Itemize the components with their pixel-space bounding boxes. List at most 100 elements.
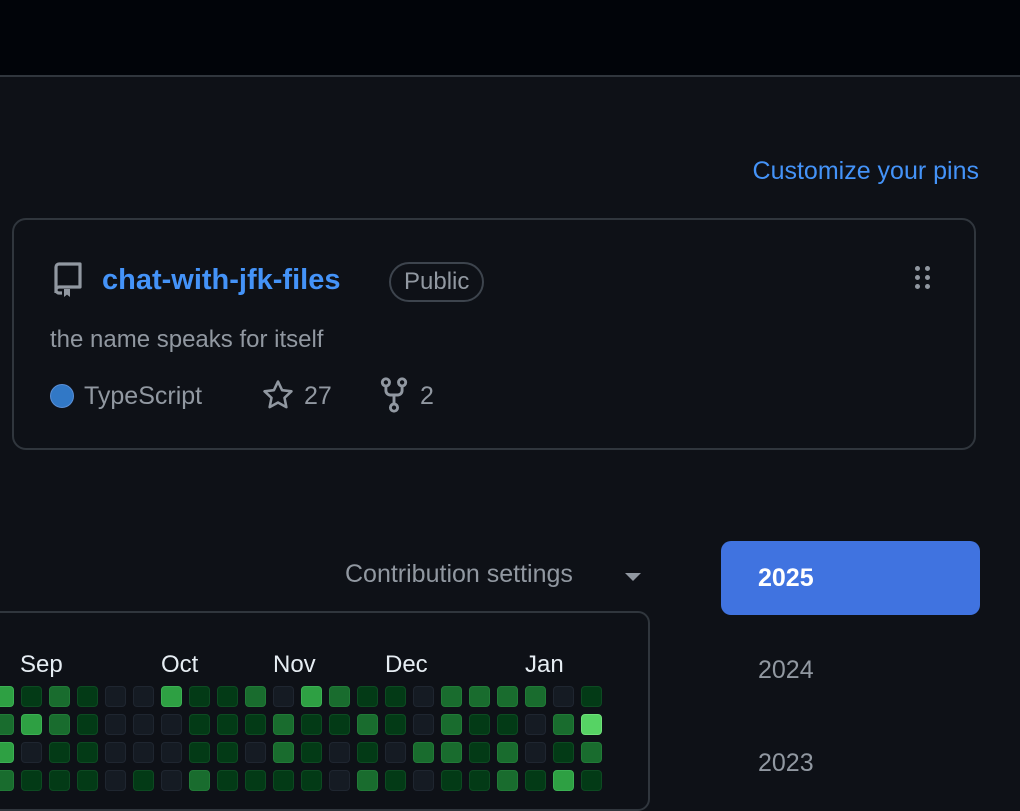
contribution-cell[interactable]: [245, 714, 266, 735]
contribution-cell[interactable]: [133, 770, 154, 791]
contribution-cell[interactable]: [161, 770, 182, 791]
contribution-cell[interactable]: [49, 686, 70, 707]
contribution-cell[interactable]: [329, 770, 350, 791]
contribution-cell[interactable]: [217, 714, 238, 735]
contribution-cell[interactable]: [217, 742, 238, 763]
contribution-cell[interactable]: [105, 770, 126, 791]
contribution-cell[interactable]: [105, 742, 126, 763]
fork-count[interactable]: 2: [420, 382, 434, 411]
contribution-cell[interactable]: [581, 770, 602, 791]
contribution-cell[interactable]: [553, 714, 574, 735]
contribution-cell[interactable]: [161, 714, 182, 735]
star-count[interactable]: 27: [304, 382, 332, 411]
contribution-cell[interactable]: [133, 742, 154, 763]
contribution-cell[interactable]: [581, 714, 602, 735]
contribution-cell[interactable]: [441, 714, 462, 735]
contribution-cell[interactable]: [525, 686, 546, 707]
contribution-cell[interactable]: [301, 770, 322, 791]
contribution-cell[interactable]: [413, 770, 434, 791]
contribution-cell[interactable]: [469, 714, 490, 735]
contribution-cell[interactable]: [245, 770, 266, 791]
contribution-cell[interactable]: [413, 742, 434, 763]
contribution-cell[interactable]: [329, 714, 350, 735]
contribution-cell[interactable]: [77, 742, 98, 763]
contribution-cell[interactable]: [77, 686, 98, 707]
fork-icon[interactable]: [379, 377, 409, 413]
contribution-cell[interactable]: [189, 686, 210, 707]
contribution-cell[interactable]: [497, 742, 518, 763]
contribution-cell[interactable]: [469, 686, 490, 707]
contribution-cell[interactable]: [357, 714, 378, 735]
contribution-cell[interactable]: [553, 770, 574, 791]
contribution-cell[interactable]: [497, 770, 518, 791]
contribution-cell[interactable]: [21, 714, 42, 735]
contribution-cell[interactable]: [385, 742, 406, 763]
contribution-cell[interactable]: [133, 686, 154, 707]
contribution-cell[interactable]: [21, 742, 42, 763]
contribution-cell[interactable]: [217, 686, 238, 707]
contribution-cell[interactable]: [245, 686, 266, 707]
contribution-cell[interactable]: [497, 686, 518, 707]
contribution-cell[interactable]: [441, 770, 462, 791]
contribution-cell[interactable]: [49, 714, 70, 735]
contribution-cell[interactable]: [525, 714, 546, 735]
contribution-cell[interactable]: [357, 742, 378, 763]
contribution-cell[interactable]: [77, 714, 98, 735]
contribution-cell[interactable]: [21, 686, 42, 707]
contribution-cell[interactable]: [413, 686, 434, 707]
contribution-cell[interactable]: [0, 686, 14, 707]
chevron-down-icon[interactable]: [625, 573, 641, 581]
customize-pins-link[interactable]: Customize your pins: [753, 157, 979, 186]
contribution-cell[interactable]: [301, 686, 322, 707]
contribution-cell[interactable]: [0, 770, 14, 791]
contribution-cell[interactable]: [189, 742, 210, 763]
star-icon[interactable]: [261, 378, 295, 412]
contribution-cell[interactable]: [553, 686, 574, 707]
contribution-cell[interactable]: [273, 742, 294, 763]
contribution-cell[interactable]: [469, 770, 490, 791]
contribution-cell[interactable]: [49, 742, 70, 763]
drag-handle-icon[interactable]: [912, 266, 934, 296]
contribution-cell[interactable]: [189, 714, 210, 735]
contribution-cell[interactable]: [245, 742, 266, 763]
contribution-cell[interactable]: [105, 686, 126, 707]
year-button-2024[interactable]: 2024: [721, 633, 980, 707]
contribution-cell[interactable]: [77, 770, 98, 791]
contribution-cell[interactable]: [441, 742, 462, 763]
contribution-cell[interactable]: [217, 770, 238, 791]
contribution-cell[interactable]: [581, 686, 602, 707]
contribution-cell[interactable]: [553, 742, 574, 763]
contribution-settings-dropdown[interactable]: Contribution settings: [345, 560, 573, 589]
contribution-cell[interactable]: [357, 770, 378, 791]
contribution-cell[interactable]: [385, 714, 406, 735]
contribution-cell[interactable]: [525, 770, 546, 791]
contribution-cell[interactable]: [273, 686, 294, 707]
contribution-cell[interactable]: [469, 742, 490, 763]
contribution-cell[interactable]: [49, 770, 70, 791]
contribution-cell[interactable]: [189, 770, 210, 791]
contribution-cell[interactable]: [161, 742, 182, 763]
repo-name-link[interactable]: chat-with-jfk-files: [102, 264, 340, 297]
contribution-cell[interactable]: [301, 714, 322, 735]
contribution-cell[interactable]: [385, 686, 406, 707]
contribution-cell[interactable]: [441, 686, 462, 707]
contribution-cell[interactable]: [21, 770, 42, 791]
contribution-cell[interactable]: [581, 742, 602, 763]
contribution-cell[interactable]: [329, 742, 350, 763]
contribution-cell[interactable]: [105, 714, 126, 735]
contribution-cell[interactable]: [161, 686, 182, 707]
year-button-2025[interactable]: 2025: [721, 541, 980, 615]
contribution-cell[interactable]: [0, 742, 14, 763]
contribution-cell[interactable]: [273, 770, 294, 791]
contribution-cell[interactable]: [413, 714, 434, 735]
contribution-cell[interactable]: [133, 714, 154, 735]
contribution-cell[interactable]: [385, 770, 406, 791]
contribution-cell[interactable]: [329, 686, 350, 707]
contribution-cell[interactable]: [301, 742, 322, 763]
contribution-cell[interactable]: [0, 714, 14, 735]
year-button-2023[interactable]: 2023: [721, 726, 980, 800]
contribution-cell[interactable]: [357, 686, 378, 707]
contribution-cell[interactable]: [273, 714, 294, 735]
contribution-cell[interactable]: [497, 714, 518, 735]
contribution-cell[interactable]: [525, 742, 546, 763]
